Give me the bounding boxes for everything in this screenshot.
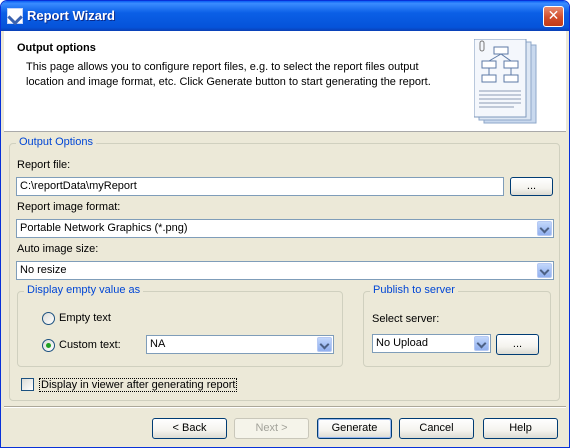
- image-format-label: Report image format:: [17, 201, 121, 213]
- server-browse-button[interactable]: ...: [496, 334, 539, 355]
- server-value: No Upload: [376, 337, 428, 349]
- chevron-down-icon[interactable]: [537, 221, 552, 236]
- report-file-input[interactable]: C:\reportData\myReport: [16, 177, 504, 196]
- image-format-select[interactable]: Portable Network Graphics (*.png): [16, 219, 554, 238]
- display-in-viewer-label[interactable]: Display in viewer after generating repor…: [39, 378, 238, 392]
- custom-text-select[interactable]: NA: [146, 335, 334, 354]
- select-server-label: Select server:: [372, 313, 440, 325]
- auto-size-label: Auto image size:: [17, 243, 99, 255]
- report-file-label: Report file:: [17, 159, 71, 171]
- empty-value-group: Display empty value as: [17, 284, 343, 367]
- publish-group: Publish to server: [363, 284, 551, 367]
- wizard-header: Output options This page allows you to c…: [4, 31, 566, 132]
- back-button[interactable]: < Back: [152, 418, 227, 439]
- empty-value-legend: Display empty value as: [24, 284, 144, 296]
- cancel-button[interactable]: Cancel: [399, 418, 474, 439]
- empty-text-radio[interactable]: [42, 312, 55, 325]
- publish-legend: Publish to server: [370, 284, 458, 296]
- app-icon: [7, 8, 23, 24]
- page-description: This page allows you to configure report…: [26, 61, 431, 88]
- title-bar[interactable]: Report Wizard ✕: [1, 1, 569, 31]
- report-document-icon: [474, 39, 537, 124]
- close-button[interactable]: ✕: [543, 6, 564, 27]
- display-in-viewer-checkbox[interactable]: [21, 378, 34, 391]
- report-wizard-window: Report Wizard ✕ Output options This page…: [0, 0, 570, 448]
- server-select[interactable]: No Upload: [372, 334, 491, 353]
- chevron-down-icon[interactable]: [474, 336, 489, 351]
- image-format-value: Portable Network Graphics (*.png): [20, 222, 188, 234]
- next-button[interactable]: Next >: [234, 418, 309, 439]
- generate-button[interactable]: Generate: [317, 418, 392, 439]
- custom-text-value: NA: [150, 338, 166, 350]
- chevron-down-icon[interactable]: [317, 337, 332, 352]
- window-title: Report Wizard: [27, 8, 115, 23]
- auto-size-value: No resize: [20, 264, 67, 276]
- footer-separator: [4, 406, 566, 408]
- custom-text-radio[interactable]: [42, 339, 55, 352]
- page-title: Output options: [17, 42, 96, 54]
- chevron-down-icon[interactable]: [537, 263, 552, 278]
- auto-size-select[interactable]: No resize: [16, 261, 554, 280]
- empty-text-label: Empty text: [59, 312, 111, 324]
- custom-text-label: Custom text:: [59, 339, 121, 351]
- help-button[interactable]: Help: [483, 418, 558, 439]
- output-options-legend: Output Options: [16, 136, 96, 148]
- report-file-browse-button[interactable]: ...: [510, 177, 553, 196]
